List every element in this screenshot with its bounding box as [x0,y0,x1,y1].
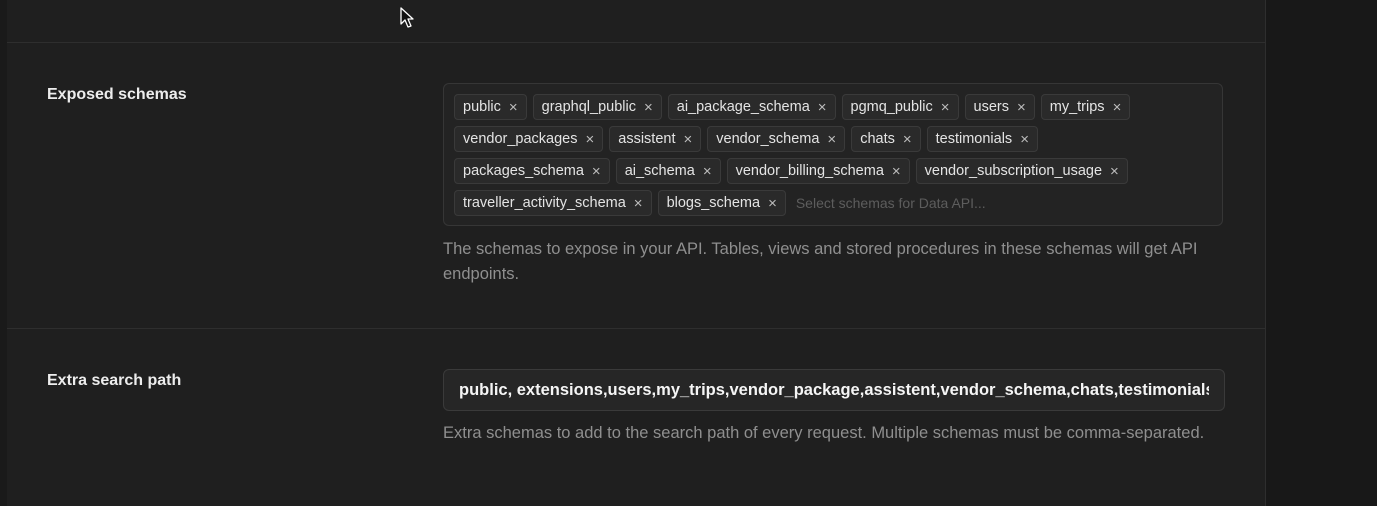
schema-tag-label: my_trips [1049,99,1105,115]
right-gutter [1266,0,1377,506]
section-divider [7,42,1265,43]
remove-tag-icon[interactable]: × [941,100,950,115]
mouse-pointer-icon [400,7,414,28]
api-settings-page: Exposed schemas public × graphql_public × … [0,0,1377,506]
tag-row: public × graphql_public × ai_package_schem… [454,94,1212,120]
remove-tag-icon[interactable]: × [592,164,601,179]
schema-tag: vendor_billing_schema × [726,158,910,184]
schema-tag: vendor_schema × [707,126,846,152]
schema-tag-label: packages_schema [463,163,584,179]
exposed-schemas-label: Exposed schemas [47,86,187,103]
schema-tag: users × [964,94,1035,120]
schema-search-input[interactable] [791,195,1212,211]
schema-tag: my_trips × [1040,94,1131,120]
extra-search-path-label: Extra search path [47,372,182,389]
remove-tag-icon[interactable]: × [1110,164,1119,179]
schema-tag-label: assistent [618,131,676,147]
remove-tag-icon[interactable]: × [634,196,643,211]
schema-tag: testimonials × [926,126,1038,152]
tag-row: packages_schema × ai_schema × vendor_billi… [454,158,1212,184]
schema-tag: traveller_activity_schema × [454,190,652,216]
remove-tag-icon[interactable]: × [827,132,836,147]
schema-tag-label: vendor_schema [716,131,820,147]
schema-tag-label: vendor_subscription_usage [924,163,1103,179]
tag-row: traveller_activity_schema × blogs_schema × [454,190,1212,216]
exposed-schemas-multiselect[interactable]: public × graphql_public × ai_package_schem… [443,83,1223,226]
exposed-schemas-help-text: The schemas to expose in your API. Table… [443,240,1198,283]
schema-tag: chats × [851,126,921,152]
schema-tag: packages_schema × [454,158,610,184]
schema-tag-label: public [463,99,501,115]
schema-tag-label: chats [860,131,895,147]
schema-tag-label: ai_schema [624,163,695,179]
remove-tag-icon[interactable]: × [892,164,901,179]
schema-tag-label: vendor_billing_schema [735,163,884,179]
remove-tag-icon[interactable]: × [509,100,518,115]
schema-tag: public × [454,94,527,120]
schema-tag-label: traveller_activity_schema [463,195,626,211]
schema-tag: assistent × [609,126,702,152]
remove-tag-icon[interactable]: × [1113,100,1122,115]
schema-tag-label: ai_package_schema [676,99,810,115]
schema-tag-label: vendor_packages [463,131,578,147]
tag-row: vendor_packages × assistent × vendor_schem… [454,126,1212,152]
schema-tag-label: blogs_schema [666,195,761,211]
schema-tag-label: graphql_public [541,99,636,115]
schema-tag: vendor_packages × [454,126,604,152]
remove-tag-icon[interactable]: × [903,132,912,147]
remove-tag-icon[interactable]: × [703,164,712,179]
schema-tag: blogs_schema × [657,190,786,216]
extra-search-path-input[interactable] [443,369,1225,411]
schema-tag: ai_schema × [615,158,721,184]
remove-tag-icon[interactable]: × [585,132,594,147]
schema-tag-label: pgmq_public [850,99,933,115]
schema-tag-label: testimonials [935,131,1013,147]
schema-tag: vendor_subscription_usage × [915,158,1128,184]
remove-tag-icon[interactable]: × [818,100,827,115]
schema-tag: graphql_public × [532,94,662,120]
schema-tag: ai_package_schema × [667,94,836,120]
remove-tag-icon[interactable]: × [1020,132,1029,147]
remove-tag-icon[interactable]: × [644,100,653,115]
schema-tag: pgmq_public × [841,94,959,120]
remove-tag-icon[interactable]: × [1017,100,1026,115]
section-divider [7,328,1265,329]
extra-search-path-help-text: Extra schemas to add to the search path … [443,424,1205,442]
schema-tag-label: users [973,99,1009,115]
remove-tag-icon[interactable]: × [683,132,692,147]
settings-panel: Exposed schemas public × graphql_public × … [7,0,1266,506]
remove-tag-icon[interactable]: × [768,196,777,211]
